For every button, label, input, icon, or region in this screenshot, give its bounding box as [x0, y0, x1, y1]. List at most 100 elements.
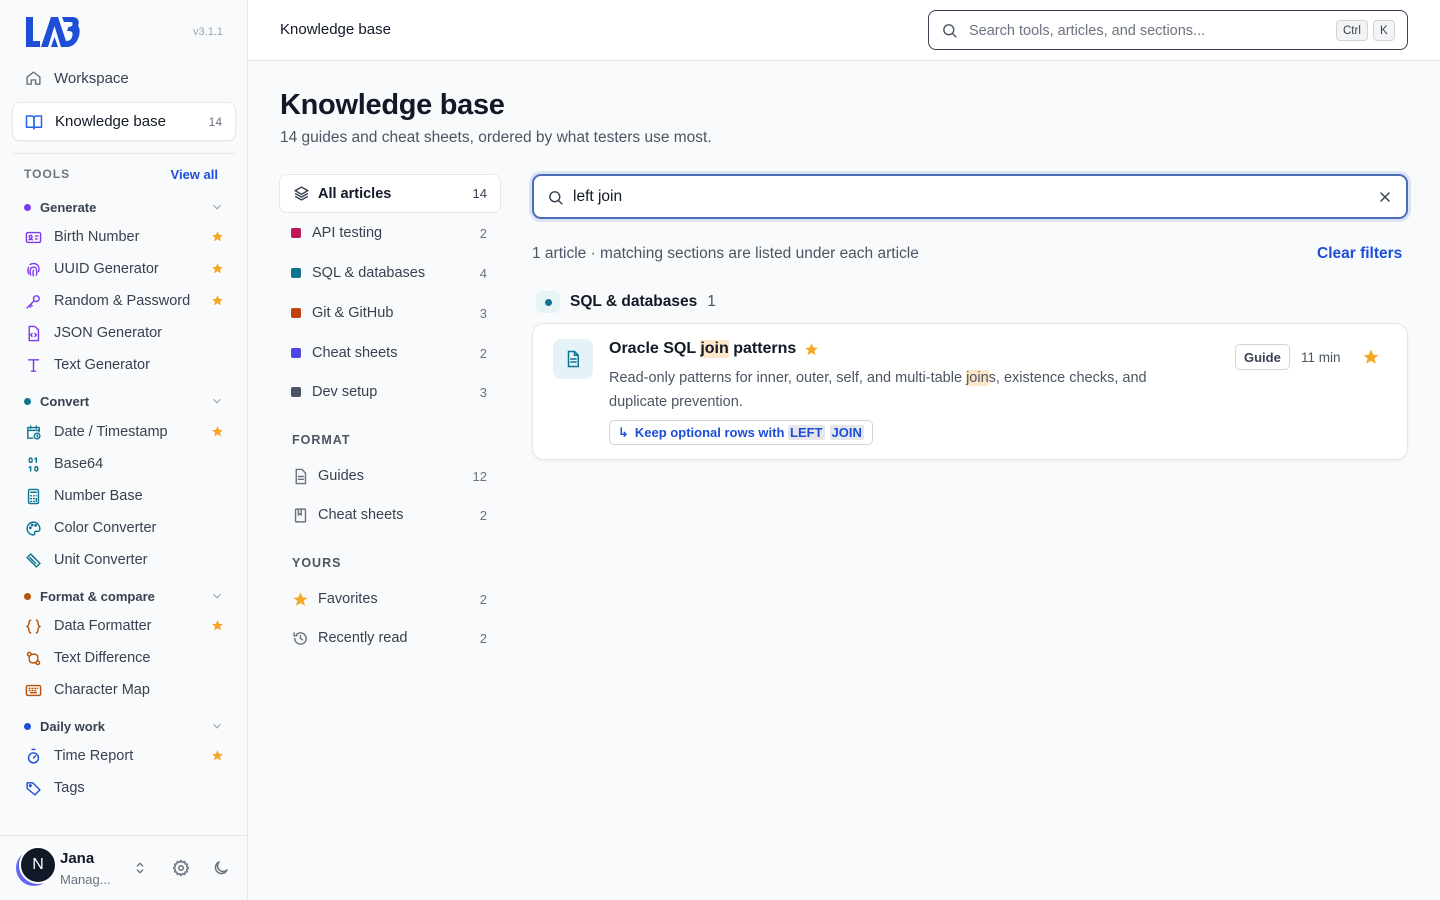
user-name[interactable]: Jana: [60, 850, 94, 867]
group-format-compare[interactable]: Format & compare: [24, 586, 224, 606]
view-all-tools-link[interactable]: View all: [171, 167, 218, 182]
tool-label: Data Formatter: [54, 618, 152, 634]
filter-cheat-sheets-format[interactable]: Cheat sheets 2: [291, 503, 489, 527]
close-icon[interactable]: [1377, 189, 1393, 205]
tool-json-generator[interactable]: JSON Generator: [24, 319, 228, 347]
article-title[interactable]: Oracle SQL join patterns: [609, 340, 819, 358]
matching-section-link[interactable]: ↳ Keep optional rows with LEFT JOIN: [609, 420, 873, 445]
format-badge: Guide: [1235, 344, 1290, 370]
tool-label: Character Map: [54, 682, 150, 698]
keyboard-icon: [24, 681, 42, 699]
result-group-label: SQL & databases: [570, 293, 698, 310]
filter-api-testing[interactable]: API testing 2: [291, 221, 489, 245]
favorite-star-icon[interactable]: [211, 619, 224, 632]
tool-uuid-generator[interactable]: UUID Generator: [24, 255, 228, 283]
book-open-icon: [25, 113, 43, 131]
filter-label: API testing: [312, 225, 383, 241]
filter-count: 2: [479, 591, 487, 607]
page-subtitle: 14 guides and cheat sheets, ordered by w…: [280, 129, 712, 146]
chevrons-up-down-icon[interactable]: [132, 860, 148, 876]
avatar[interactable]: N: [16, 846, 58, 888]
tool-color-converter[interactable]: Color Converter: [24, 514, 228, 542]
filter-label: Git & GitHub: [312, 305, 394, 321]
nav-knowledge-base[interactable]: Knowledge base 14: [12, 102, 236, 141]
tool-text-generator[interactable]: Text Generator: [24, 351, 228, 379]
filter-guides[interactable]: Guides 12: [291, 464, 489, 488]
tool-text-difference[interactable]: Text Difference: [24, 644, 228, 672]
nav-workspace-label: Workspace: [54, 69, 129, 87]
article-search-input[interactable]: [573, 186, 1353, 208]
favorite-star-icon[interactable]: [211, 749, 224, 762]
category-color-swatch: [291, 268, 301, 278]
tool-label: Time Report: [54, 748, 134, 764]
topbar: Knowledge base Ctrl K: [248, 0, 1440, 61]
filter-favorites[interactable]: Favorites 2: [291, 587, 489, 611]
calendar-clock-icon: [24, 423, 42, 441]
search-icon: [943, 24, 957, 38]
filter-count: 14: [472, 186, 487, 201]
sidebar: v3.1.1 Workspace Knowledge base 14 TOOLS…: [0, 0, 248, 900]
tool-number-base[interactable]: Number Base: [24, 482, 228, 510]
tool-label: Text Difference: [54, 650, 151, 666]
chevron-down-icon: [213, 398, 221, 404]
tool-character-map[interactable]: Character Map: [24, 676, 228, 704]
filter-dev-setup[interactable]: Dev setup 3: [291, 380, 489, 404]
section-text: Keep optional rows with: [634, 425, 789, 440]
tool-label: Date / Timestamp: [54, 424, 168, 440]
favorite-star-icon[interactable]: [211, 230, 224, 243]
timer-icon: [24, 747, 42, 765]
format-heading: FORMAT: [292, 433, 351, 447]
chevron-down-icon: [213, 593, 221, 599]
corner-arrow-icon: ↳: [618, 424, 629, 440]
result-group-count: 1: [707, 293, 716, 310]
tool-date-timestamp[interactable]: Date / Timestamp: [24, 418, 228, 446]
group-dot: [24, 592, 31, 600]
lab-logo[interactable]: [24, 15, 80, 49]
tool-unit-converter[interactable]: Unit Converter: [24, 546, 228, 574]
global-search-box[interactable]: Ctrl K: [928, 10, 1408, 50]
layers-icon: [292, 185, 310, 203]
article-card[interactable]: Oracle SQL join patterns Read-only patte…: [532, 323, 1408, 460]
tool-tags[interactable]: Tags: [24, 774, 228, 802]
tool-data-formatter[interactable]: Data Formatter: [24, 612, 228, 640]
category-color-swatch: [291, 308, 301, 318]
favorite-star-icon[interactable]: [211, 294, 224, 307]
article-description: Read-only patterns for inner, outer, sel…: [609, 366, 1199, 414]
group-generate[interactable]: Generate: [24, 197, 224, 217]
filter-count: 12: [472, 468, 487, 484]
tool-random-password[interactable]: Random & Password: [24, 287, 228, 315]
gear-icon[interactable]: [172, 859, 190, 877]
favorite-star-icon[interactable]: [211, 425, 224, 438]
tag-icon: [24, 779, 42, 797]
diff-icon: [24, 649, 42, 667]
group-dot: [24, 397, 31, 405]
global-search-input[interactable]: [969, 20, 1329, 42]
favorite-star-icon[interactable]: [211, 262, 224, 275]
article-search-box[interactable]: [532, 174, 1408, 219]
tool-base64[interactable]: Base64: [24, 450, 228, 478]
chevron-down-icon: [213, 204, 221, 210]
filter-sql-databases[interactable]: SQL & databases 4: [291, 261, 489, 285]
text-icon: [24, 356, 42, 374]
article-title-part: patterns: [728, 340, 797, 357]
filter-recently-read[interactable]: Recently read 2: [291, 626, 489, 650]
favorite-star-icon[interactable]: [1362, 348, 1380, 366]
tools-heading: TOOLS: [24, 167, 71, 181]
filter-label: Recently read: [318, 630, 408, 646]
tool-label: Birth Number: [54, 229, 140, 245]
tool-time-report[interactable]: Time Report: [24, 742, 228, 770]
filter-all-articles[interactable]: All articles 14: [279, 174, 501, 213]
calculator-icon: [24, 487, 42, 505]
nav-knowledge-base-count: 14: [208, 114, 222, 129]
group-convert[interactable]: Convert: [24, 391, 224, 411]
filter-git-github[interactable]: Git & GitHub 3: [291, 301, 489, 325]
group-daily-work[interactable]: Daily work: [24, 716, 224, 736]
tool-label: UUID Generator: [54, 261, 159, 277]
nav-workspace[interactable]: Workspace: [12, 60, 236, 96]
filter-count: 2: [479, 507, 487, 523]
tool-birth-number[interactable]: Birth Number: [24, 223, 228, 251]
tool-label: Base64: [54, 456, 104, 472]
moon-icon[interactable]: [212, 859, 230, 877]
filter-cheat-sheets-topic[interactable]: Cheat sheets 2: [291, 341, 489, 365]
clear-filters-link[interactable]: Clear filters: [1317, 245, 1402, 263]
